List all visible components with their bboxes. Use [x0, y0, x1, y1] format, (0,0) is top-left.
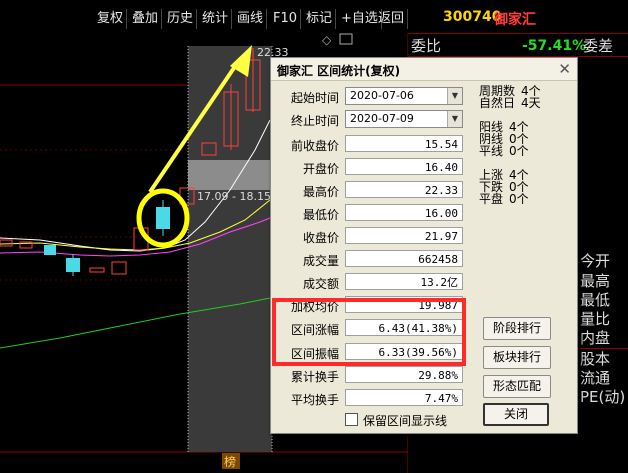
chevron-down-icon[interactable]: ▼ — [447, 111, 462, 127]
toolbar: 复权 叠加 历史 统计 画线 F10 标记 +自选 返回 — [0, 0, 408, 33]
stock-name: 御家汇 — [494, 12, 536, 28]
row-value: 7.47% — [345, 389, 463, 406]
stock-code: 300740 — [443, 9, 502, 25]
btn-lishi[interactable]: 历史 — [164, 9, 198, 29]
range-band — [188, 160, 272, 190]
end-time-label: 终止时间 — [290, 114, 339, 128]
label-zuidi: 最低 — [580, 291, 611, 309]
end-date-picker[interactable]: 2020-07-09 ▼ — [345, 110, 463, 128]
natural-days-value: 4天 — [521, 96, 541, 110]
btn-biaoji[interactable]: 标记 — [303, 9, 337, 29]
label-pe: PE(动) — [580, 388, 626, 406]
row-value: 29.88% — [345, 366, 463, 383]
flat-label: 平线 — [479, 144, 504, 158]
btn-fanhui[interactable]: 返回 — [375, 9, 408, 29]
pattern-match-button[interactable]: 形态匹配 — [483, 375, 551, 398]
label-liangbi: 量比 — [580, 310, 611, 328]
btn-fuquan[interactable]: 复权 — [94, 9, 128, 29]
even-value: 0个 — [509, 192, 529, 206]
label-guben: 股本 — [580, 350, 611, 368]
btn-huaxian[interactable]: 画线 — [234, 9, 268, 29]
diamond-icon[interactable]: ◇ — [322, 33, 332, 47]
row-value: 15.54 — [345, 135, 463, 152]
row-value: 16.00 — [345, 204, 463, 221]
row-label: 开盘价 — [302, 162, 339, 176]
candle — [89, 267, 105, 273]
row-value: 662458 — [345, 250, 463, 267]
row-label: 成交量 — [302, 254, 339, 268]
highlight-box — [272, 298, 466, 366]
weibi-label: 委比 — [411, 37, 442, 55]
row-label: 成交额 — [302, 277, 339, 291]
candle — [44, 245, 56, 255]
row-label: 最低价 — [302, 208, 339, 222]
keep-range-checkbox[interactable] — [345, 413, 358, 426]
flat-value: 0个 — [509, 144, 529, 158]
start-date-picker[interactable]: 2020-07-06 ▼ — [345, 87, 463, 105]
end-date-value: 2020-07-09 — [350, 112, 414, 125]
window-icon[interactable] — [339, 33, 353, 45]
start-time-label: 起始时间 — [290, 91, 339, 105]
stage-rank-button[interactable]: 阶段排行 — [483, 317, 551, 340]
sector-rank-button[interactable]: 板块排行 — [483, 346, 551, 369]
row-value: 21.97 — [345, 227, 463, 244]
btn-tongji[interactable]: 统计 — [199, 9, 233, 29]
natural-days-label: 自然日 — [479, 96, 516, 110]
keep-range-label: 保留区间显示线 — [363, 414, 448, 428]
row-label: 平均换手 — [290, 393, 339, 407]
close-icon[interactable]: ✕ — [558, 60, 571, 78]
btn-f10[interactable]: F10 — [270, 9, 302, 29]
dialog-title: 御家汇 区间统计(复权) — [277, 64, 401, 78]
label-jinkai: 今开 — [580, 252, 611, 270]
interval-stats-dialog: 御家汇 区间统计(复权) ✕ 起始时间 2020-07-06 ▼ 终止时间 20… — [270, 57, 578, 434]
weibi-value: -57.41% — [522, 38, 587, 54]
candle — [111, 261, 127, 275]
row-value: 16.40 — [345, 158, 463, 175]
close-button[interactable]: 关闭 — [483, 403, 549, 426]
label-liutong: 流通 — [580, 369, 611, 387]
range-label: 17.09 - 18.15 — [197, 190, 271, 203]
row-label: 前收盘价 — [290, 139, 339, 153]
label-neipan: 内盘 — [580, 329, 611, 347]
row-label: 最高价 — [302, 185, 339, 199]
row-label: 累计换手 — [290, 370, 339, 384]
dialog-titlebar[interactable]: 御家汇 区间统计(复权) ✕ — [271, 58, 577, 81]
label-zuigao: 最高 — [580, 272, 611, 290]
panel-divider — [408, 33, 628, 34]
row-value: 22.33 — [345, 181, 463, 198]
row-value: 13.2亿 — [345, 273, 463, 290]
bottom-tag: 榜 — [224, 454, 236, 469]
chevron-down-icon[interactable]: ▼ — [447, 88, 462, 104]
range-highlight[interactable] — [188, 46, 272, 452]
row-label: 收盘价 — [302, 231, 339, 245]
weicha-label: 委差 — [583, 37, 614, 55]
start-date-value: 2020-07-06 — [350, 89, 414, 102]
btn-diejia[interactable]: 叠加 — [129, 9, 163, 29]
even-label: 平盘 — [479, 192, 504, 206]
candle — [0, 239, 13, 247]
